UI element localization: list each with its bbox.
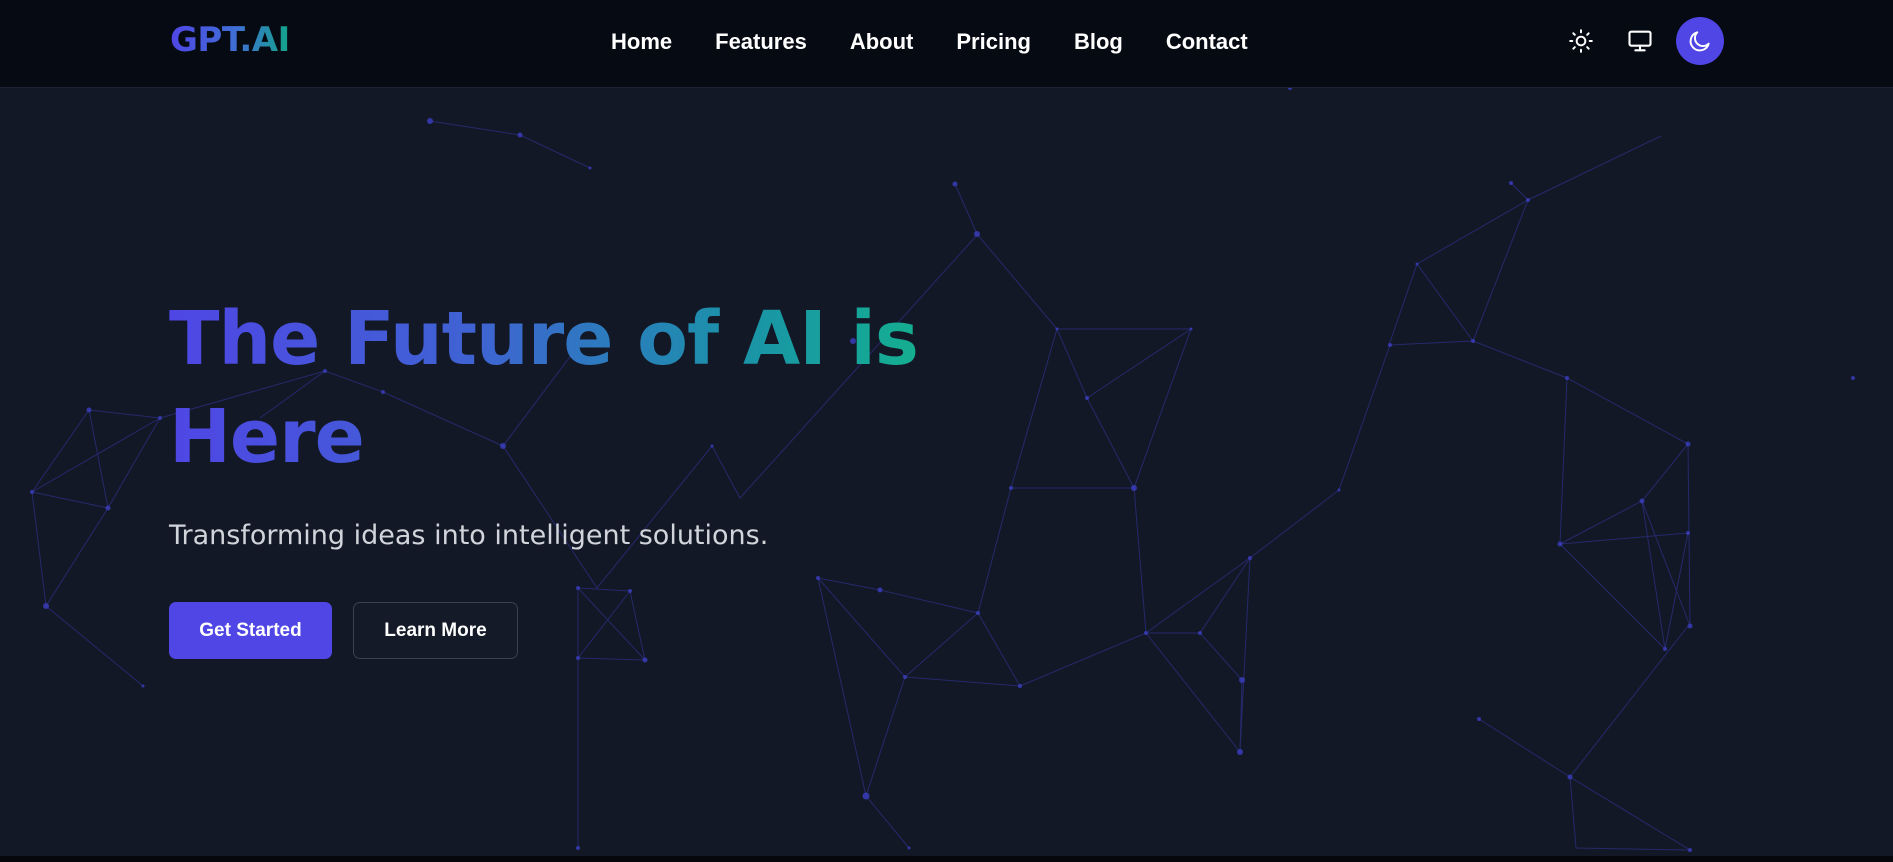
- get-started-button[interactable]: Get Started: [169, 602, 332, 659]
- sun-icon: [1569, 29, 1593, 53]
- nav-link-features[interactable]: Features: [715, 27, 807, 57]
- hero-subtitle: Transforming ideas into intelligent solu…: [169, 520, 769, 551]
- nav-link-contact[interactable]: Contact: [1166, 27, 1248, 57]
- brand-logo[interactable]: GPT.AI: [170, 20, 290, 60]
- dark-theme-button[interactable]: [1676, 17, 1724, 65]
- moon-icon: [1689, 31, 1710, 52]
- nav-link-blog[interactable]: Blog: [1074, 27, 1123, 57]
- nav-link-pricing[interactable]: Pricing: [956, 27, 1031, 57]
- light-theme-button[interactable]: [1557, 17, 1605, 65]
- nav-link-about[interactable]: About: [850, 27, 914, 57]
- page-bottom-edge: [0, 856, 1893, 862]
- learn-more-button[interactable]: Learn More: [353, 602, 518, 659]
- main-nav: Home Features About Pricing Blog Contact: [611, 27, 1248, 57]
- nav-link-home[interactable]: Home: [611, 27, 672, 57]
- hero-section: The Future of AI is Here Transforming id…: [0, 88, 1893, 858]
- top-navbar: GPT.AI Home Features About Pricing Blog …: [0, 0, 1893, 88]
- system-theme-button[interactable]: [1616, 17, 1664, 65]
- hero-title: The Future of AI is Here: [169, 290, 929, 486]
- monitor-icon: [1628, 30, 1652, 52]
